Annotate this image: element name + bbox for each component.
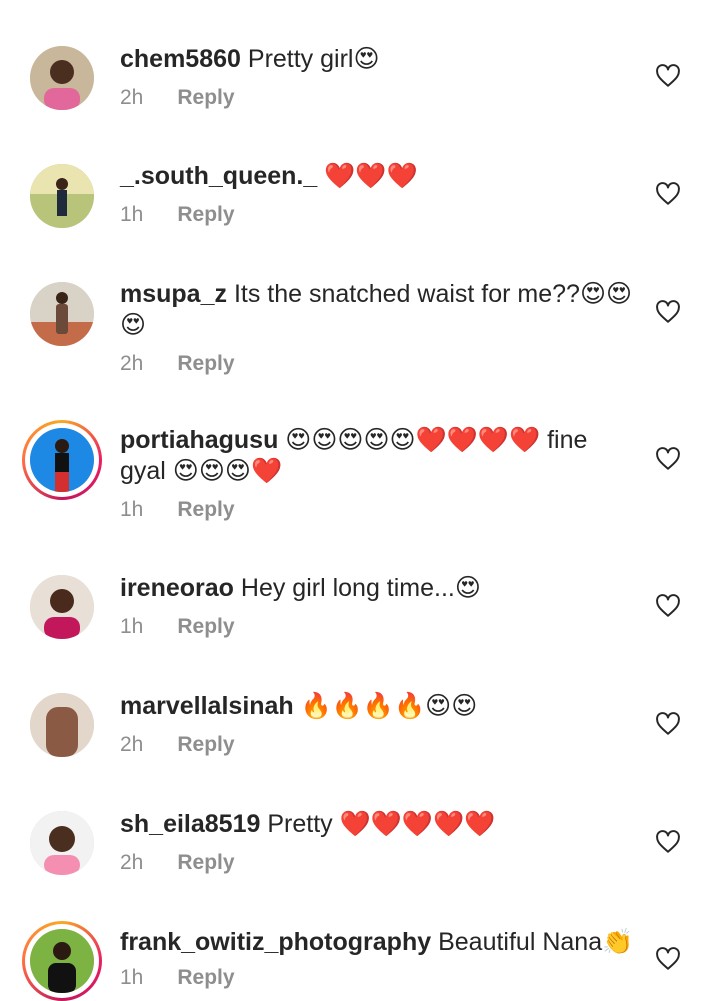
comment-body: Beautiful Nana👏 [438,928,634,956]
reply-button[interactable]: Reply [177,966,234,989]
comment-text: _.south_queen._ ❤️❤️❤️ [120,161,640,192]
comment-text: msupa_z Its the snatched waist for me??😍… [120,279,640,341]
comment-time: 2h [120,86,144,109]
comment-time: 1h [120,615,144,638]
avatar[interactable] [30,164,94,228]
reply-button[interactable]: Reply [177,352,234,375]
story-ring[interactable] [22,420,102,500]
comment-meta: 1h Reply [120,615,235,639]
heart-outline-icon[interactable] [655,447,681,471]
comment-username[interactable]: sh_eila8519 [120,810,260,838]
avatar[interactable] [30,693,94,757]
comment-meta: 2h Reply [120,352,235,376]
comment-body: Hey girl long time...😍 [240,574,481,602]
reply-button[interactable]: Reply [177,203,234,226]
reply-button[interactable]: Reply [177,86,234,109]
reply-button[interactable]: Reply [177,733,234,756]
comment-body: 🔥🔥🔥🔥😍😍 [300,692,478,720]
comment-meta: 2h Reply [120,86,235,110]
comment-text: chem5860 Pretty girl😍 [120,44,640,75]
comment-text: ireneorao Hey girl long time...😍 [120,573,640,604]
story-ring[interactable] [22,921,102,1001]
comment-time: 1h [120,203,144,226]
comment-text: frank_owitiz_photography Beautiful Nana👏 [120,927,640,958]
comment-username[interactable]: msupa_z [120,280,227,308]
comment-username[interactable]: _.south_queen._ [120,162,317,190]
avatar[interactable] [30,428,94,492]
comments-list: chem5860 Pretty girl😍 2h Reply _.south_qu… [0,0,720,1001]
comment-text: portiahagusu 😍😍😍😍😍❤️❤️❤️❤️ fine gyal 😍😍😍… [120,425,640,487]
comment-body: Pretty girl😍 [247,45,380,73]
comment-time: 2h [120,733,144,756]
comment-meta: 1h Reply [120,498,235,522]
heart-outline-icon[interactable] [655,947,681,971]
comment-username[interactable]: marvellalsinah [120,692,294,720]
comment-username[interactable]: chem5860 [120,45,241,73]
comment-time: 1h [120,498,144,521]
reply-button[interactable]: Reply [177,498,234,521]
comment-time: 2h [120,851,144,874]
comment-meta: 1h Reply [120,203,235,227]
heart-outline-icon[interactable] [655,594,681,618]
avatar[interactable] [30,46,94,110]
reply-button[interactable]: Reply [177,851,234,874]
comment-body: Pretty ❤️❤️❤️❤️❤️ [267,810,496,838]
avatar[interactable] [30,575,94,639]
comment-meta: 2h Reply [120,733,235,757]
comment-time: 1h [120,966,144,989]
avatar[interactable] [30,282,94,346]
comment-username[interactable]: portiahagusu [120,426,278,454]
comment-time: 2h [120,352,144,375]
heart-outline-icon[interactable] [655,712,681,736]
comment-username[interactable]: frank_owitiz_photography [120,928,431,956]
comment-text: sh_eila8519 Pretty ❤️❤️❤️❤️❤️ [120,809,640,840]
comment-username[interactable]: ireneorao [120,574,234,602]
comment-body: ❤️❤️❤️ [324,162,418,190]
comment-text: marvellalsinah 🔥🔥🔥🔥😍😍 [120,691,640,722]
avatar[interactable] [30,929,94,993]
comment-meta: 2h Reply [120,851,235,875]
reply-button[interactable]: Reply [177,615,234,638]
comment-meta: 1h Reply [120,966,235,990]
heart-outline-icon[interactable] [655,830,681,854]
heart-outline-icon[interactable] [655,182,681,206]
heart-outline-icon[interactable] [655,64,681,88]
heart-outline-icon[interactable] [655,300,681,324]
avatar[interactable] [30,811,94,875]
